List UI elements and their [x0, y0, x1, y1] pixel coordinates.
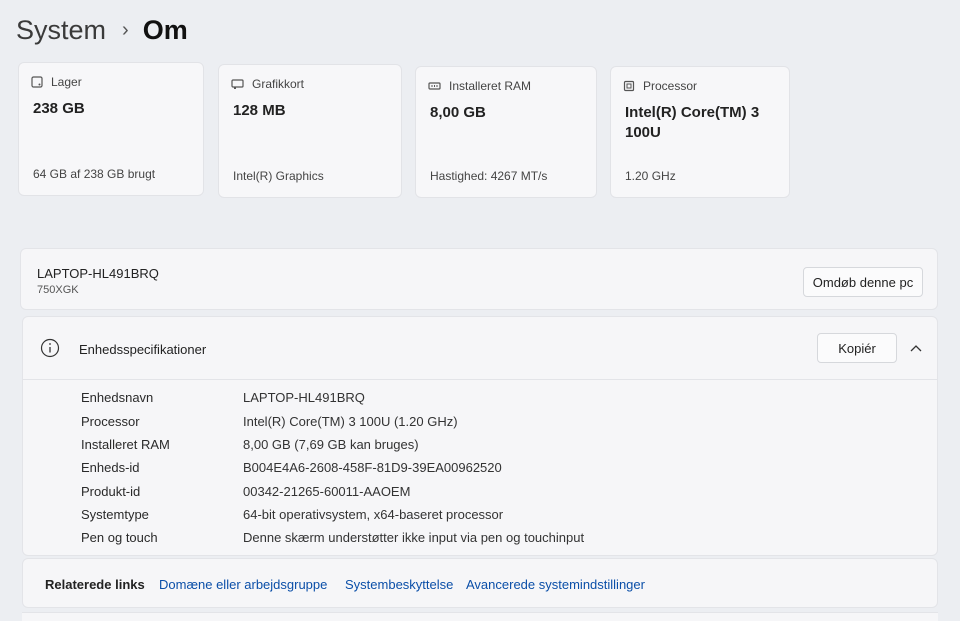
spec-value: 64-bit operativsystem, x64-baseret proce… — [243, 507, 504, 522]
storage-card-value: 238 GB — [33, 100, 85, 117]
storage-card-sub: 64 GB af 238 GB brugt — [33, 167, 156, 181]
ram-card[interactable]: Installeret RAM 8,00 GB Hastighed: 4267 … — [415, 66, 597, 198]
processor-card[interactable]: Processor Intel(R) Core(TM) 3 100U 1.20 … — [610, 66, 790, 198]
ram-card-label-row: Installeret RAM — [428, 79, 531, 93]
graphics-card-label: Grafikkort — [252, 77, 305, 91]
graphics-card[interactable]: Grafikkort 128 MB Intel(R) Graphics — [218, 64, 402, 198]
info-icon — [40, 338, 60, 358]
link-advanced-system-settings[interactable]: Avancerede systemindstillinger — [466, 577, 645, 592]
chevron-up-icon[interactable] — [910, 344, 922, 352]
spec-value: B004E4A6-2608-458F-81D9-39EA00962520 — [243, 460, 502, 475]
page-title: Om — [142, 14, 188, 45]
spec-key: Pen og touch — [81, 530, 158, 545]
breadcrumb: System › Om — [16, 10, 188, 50]
specs-title: Enhedsspecifikationer — [79, 342, 207, 357]
spec-value: Intel(R) Core(TM) 3 100U (1.20 GHz) — [243, 414, 458, 429]
spec-value: 00342-21265-60011-AAOEM — [243, 484, 411, 499]
processor-card-label-row: Processor — [623, 79, 697, 93]
related-links-bar: Relaterede links Domæne eller arbejdsgru… — [22, 558, 938, 608]
storage-card-label: Lager — [51, 75, 82, 89]
storage-card-label-row: Lager — [31, 75, 82, 89]
storage-card[interactable]: Lager 238 GB 64 GB af 238 GB brugt — [18, 62, 204, 196]
graphics-card-sub: Intel(R) Graphics — [233, 169, 324, 183]
link-system-protection[interactable]: Systembeskyttelse — [345, 577, 453, 592]
ram-card-sub: Hastighed: 4267 MT/s — [430, 169, 548, 183]
link-domain-workgroup[interactable]: Domæne eller arbejdsgruppe — [159, 577, 327, 592]
spec-key: Installeret RAM — [81, 437, 170, 452]
spec-key: Enhedsnavn — [81, 390, 154, 405]
graphics-card-value: 128 MB — [233, 102, 286, 119]
processor-card-value: Intel(R) Core(TM) 3 100U — [625, 104, 760, 141]
ram-card-value: 8,00 GB — [430, 104, 486, 121]
spec-key: Produkt-id — [81, 484, 141, 499]
spec-key: Processor — [81, 414, 140, 429]
processor-card-sub: 1.20 GHz — [625, 169, 676, 183]
device-specs-panel: Enhedsspecifikationer Kopiér Enhedsnavn … — [22, 316, 938, 556]
graphics-card-icon — [231, 79, 244, 89]
ram-card-label: Installeret RAM — [449, 79, 532, 93]
device-model: 750XGK — [37, 284, 79, 296]
rename-pc-button[interactable]: Omdøb denne pc — [803, 267, 923, 297]
specs-header[interactable]: Enhedsspecifikationer Kopiér — [23, 317, 937, 380]
copy-button[interactable]: Kopiér — [817, 333, 897, 363]
breadcrumb-system[interactable]: System — [16, 15, 106, 46]
spec-value: 8,00 GB (7,69 GB kan bruges) — [243, 437, 419, 452]
storage-icon — [31, 76, 43, 88]
processor-card-label: Processor — [643, 79, 698, 93]
spec-value: Denne skærm understøtter ikke input via … — [243, 530, 585, 545]
spec-key: Enheds-id — [81, 460, 140, 475]
breadcrumb-separator: › — [122, 18, 129, 41]
device-name: LAPTOP-HL491BRQ — [37, 266, 159, 281]
spec-value: LAPTOP-HL491BRQ — [243, 390, 365, 405]
related-links-title: Relaterede links — [45, 577, 145, 592]
graphics-card-label-row: Grafikkort — [231, 77, 304, 91]
ram-icon — [428, 82, 441, 90]
processor-icon — [623, 80, 635, 92]
device-name-panel: LAPTOP-HL491BRQ 750XGK Omdøb denne pc — [20, 248, 938, 310]
spec-key: Systemtype — [81, 507, 149, 522]
